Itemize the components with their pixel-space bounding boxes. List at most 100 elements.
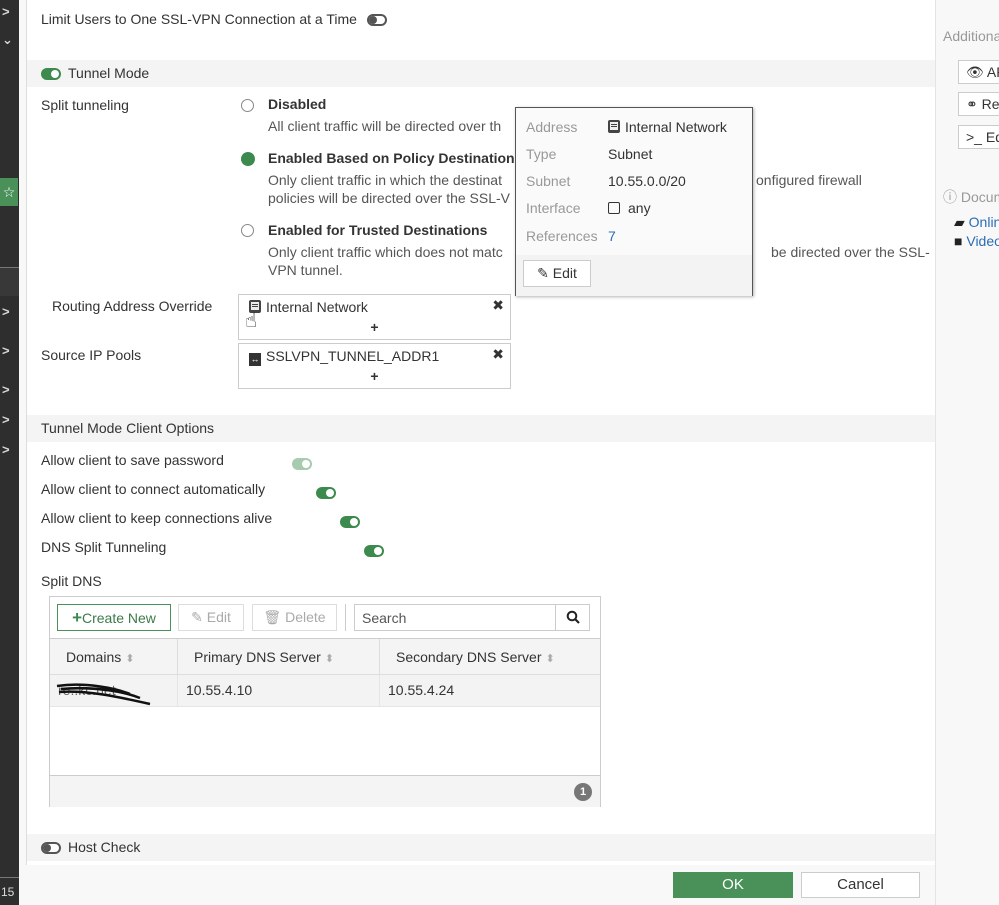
host-check-title: Host Check <box>68 839 141 855</box>
tunnel-mode-header: Tunnel Mode <box>27 60 935 87</box>
radio-disabled[interactable] <box>241 99 254 112</box>
add-entry-button[interactable]: + <box>239 368 510 384</box>
cell-secondary-dns: 10.55.4.24 <box>388 682 455 698</box>
chevron-right-icon[interactable]: > <box>2 344 10 357</box>
dns-split-toggle[interactable] <box>363 545 384 558</box>
split-dns-title: Split DNS <box>41 573 102 589</box>
interface-icon <box>608 202 620 214</box>
sort-icon[interactable]: ⬍ <box>546 653 555 665</box>
add-entry-button[interactable]: + <box>239 319 510 335</box>
edit-button[interactable]: ✎ Edit <box>178 604 244 631</box>
sort-icon[interactable]: ⬍ <box>125 653 134 665</box>
option-policy-desc-tail: onfigured firewall <box>756 172 862 188</box>
pencil-icon: ✎ <box>537 265 553 281</box>
chevron-right-icon[interactable]: > <box>2 305 10 318</box>
chevron-right-icon[interactable]: > <box>2 5 10 18</box>
source-ip-pools-label: Source IP Pools <box>41 347 142 363</box>
chevron-right-icon[interactable]: > <box>2 383 10 396</box>
option-disabled-title: Disabled <box>268 96 327 112</box>
save-password-toggle[interactable] <box>292 458 312 471</box>
additional-info-title: Additional Information <box>943 28 999 44</box>
routing-override-field[interactable]: Internal Network ✖ + <box>238 294 511 340</box>
pencil-icon: ✎ <box>191 609 207 625</box>
ok-button[interactable]: OK <box>673 872 793 898</box>
table-toolbar: +Create New ✎ Edit 🗑 Delete <box>50 597 600 638</box>
sidebar-band <box>0 268 19 296</box>
option-disabled-desc: All client traffic will be directed over… <box>268 118 502 134</box>
radio-trusted-destinations[interactable] <box>241 224 254 237</box>
create-new-button[interactable]: +Create New <box>57 604 171 631</box>
redaction-scribble <box>56 683 151 706</box>
remove-icon[interactable]: ✖ <box>492 346 504 363</box>
video-tutorials-link[interactable]: ■ Video Tutorials <box>954 233 999 249</box>
limit-users-label: Limit Users to One SSL-VPN Connection at… <box>41 11 357 27</box>
host-check-header: Host Check <box>27 834 935 861</box>
references-link[interactable]: 7 <box>608 228 616 244</box>
option-dns-split-label: DNS Split Tunneling <box>41 539 167 555</box>
option-connect-auto-label: Allow client to connect automatically <box>41 481 266 497</box>
split-tunneling-label: Split tunneling <box>41 97 129 113</box>
plus-icon: + <box>72 608 82 627</box>
source-ip-pools-field[interactable]: ↔ SSLVPN_TUNNEL_ADDR1 ✖ + <box>238 343 511 389</box>
host-check-toggle[interactable] <box>41 842 61 854</box>
tooltip-row-type: Type Subnet <box>526 146 653 162</box>
option-trusted-desc-line2: VPN tunnel. <box>268 262 343 278</box>
book-icon: ▰ <box>954 214 969 230</box>
option-trusted-desc: Only client traffic which does not matc <box>268 244 503 260</box>
right-info-panel: Additional Information 👁 API Preview ⚭ R… <box>935 0 999 905</box>
search-icon[interactable] <box>555 605 589 630</box>
column-header-domains[interactable]: Domains ⬍ <box>50 639 178 675</box>
eye-icon: 👁 <box>966 64 987 80</box>
delete-button[interactable]: 🗑 Delete <box>252 604 337 631</box>
client-options-header: Tunnel Mode Client Options <box>27 415 935 442</box>
address-icon <box>608 120 620 133</box>
online-help-link[interactable]: ▰ Online Help <box>954 214 999 231</box>
limit-users-row: Limit Users to One SSL-VPN Connection at… <box>41 11 387 27</box>
search-input[interactable] <box>355 605 555 630</box>
chevron-down-icon[interactable]: ⌄ <box>2 33 13 46</box>
sort-icon[interactable]: ⬍ <box>325 653 334 665</box>
gutter <box>19 0 27 865</box>
column-header-primary[interactable]: Primary DNS Server ⬍ <box>178 639 380 675</box>
version-text: 15 <box>1 885 15 899</box>
chevron-right-icon[interactable]: > <box>2 413 10 426</box>
api-preview-button[interactable]: 👁 API Preview <box>958 60 999 84</box>
search-box <box>354 604 590 631</box>
address-tooltip: Address Internal Network Type Subnet Subne… <box>515 107 753 296</box>
help-icon: ⓘ <box>943 189 961 205</box>
hand-cursor-icon: ☝ <box>245 310 258 332</box>
documentation-title: ⓘ Documentation <box>943 189 999 205</box>
link-icon: ⚭ <box>966 96 982 112</box>
tooltip-edit-button[interactable]: ✎ Edit <box>523 260 591 287</box>
cell-primary-dns: 10.55.4.10 <box>178 675 380 706</box>
column-header-secondary[interactable]: Secondary DNS Server ⬍ <box>380 639 601 675</box>
nav-sidebar: > ⌄ ☆ > > > > > 15 <box>0 0 19 905</box>
toolbar-divider <box>345 604 346 631</box>
tunnel-mode-title: Tunnel Mode <box>68 65 150 81</box>
tunnel-mode-toggle[interactable] <box>41 68 61 80</box>
references-button[interactable]: ⚭ References <box>958 92 999 116</box>
option-trusted-title: Enabled for Trusted Destinations <box>268 222 488 238</box>
table-header: Domains ⬍ Primary DNS Server ⬍ Secondary D… <box>50 638 600 675</box>
remove-icon[interactable]: ✖ <box>492 297 504 314</box>
limit-users-toggle[interactable] <box>366 14 387 27</box>
source-ip-pool-entry[interactable]: ↔ SSLVPN_TUNNEL_ADDR1 <box>249 348 439 366</box>
row-count-badge: 1 <box>574 783 592 801</box>
cancel-button[interactable]: Cancel <box>801 872 920 898</box>
option-policy-desc-line2: policies will be directed over the SSL-V <box>268 190 511 206</box>
option-save-password-label: Allow client to save password <box>41 452 224 468</box>
radio-policy-destination[interactable] <box>241 152 255 166</box>
edit-in-cli-button[interactable]: >_ Edit in CLI <box>958 125 999 149</box>
star-icon[interactable]: ☆ <box>0 178 18 206</box>
routing-override-entry[interactable]: Internal Network <box>249 299 368 315</box>
option-policy-title: Enabled Based on Policy Destination <box>268 150 515 166</box>
chevron-right-icon[interactable]: > <box>2 443 10 456</box>
keep-alive-toggle[interactable] <box>339 516 360 529</box>
routing-override-label: Routing Address Override <box>52 298 213 314</box>
tooltip-row-subnet: Subnet 10.55.0.0/20 <box>526 173 686 189</box>
ip-pool-icon: ↔ <box>249 353 261 366</box>
dialog-footer <box>19 865 935 905</box>
video-icon: ■ <box>954 233 967 249</box>
tooltip-row-interface: Interface any <box>526 200 651 216</box>
connect-auto-toggle[interactable] <box>315 487 336 500</box>
